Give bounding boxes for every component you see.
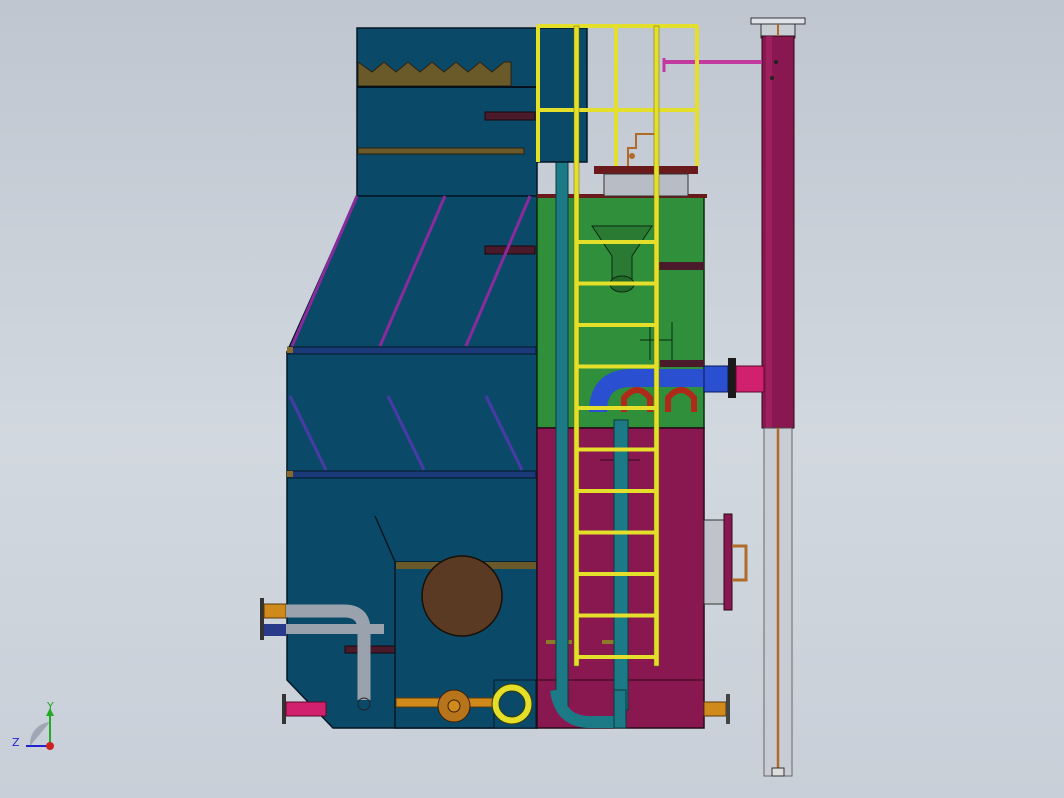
z-axis-label: Z — [12, 736, 20, 749]
vertical-column — [750, 17, 806, 777]
side-manhole — [703, 513, 748, 611]
platform-column — [536, 27, 588, 163]
cad-assembly-viewport: Y Z — [12, 17, 806, 777]
axis-triad: Y Z — [12, 700, 54, 750]
top-cylinder — [594, 133, 698, 197]
top-magenta-rod — [662, 58, 778, 80]
right-outlet-stub — [703, 694, 730, 724]
y-axis-label: Y — [46, 700, 54, 713]
